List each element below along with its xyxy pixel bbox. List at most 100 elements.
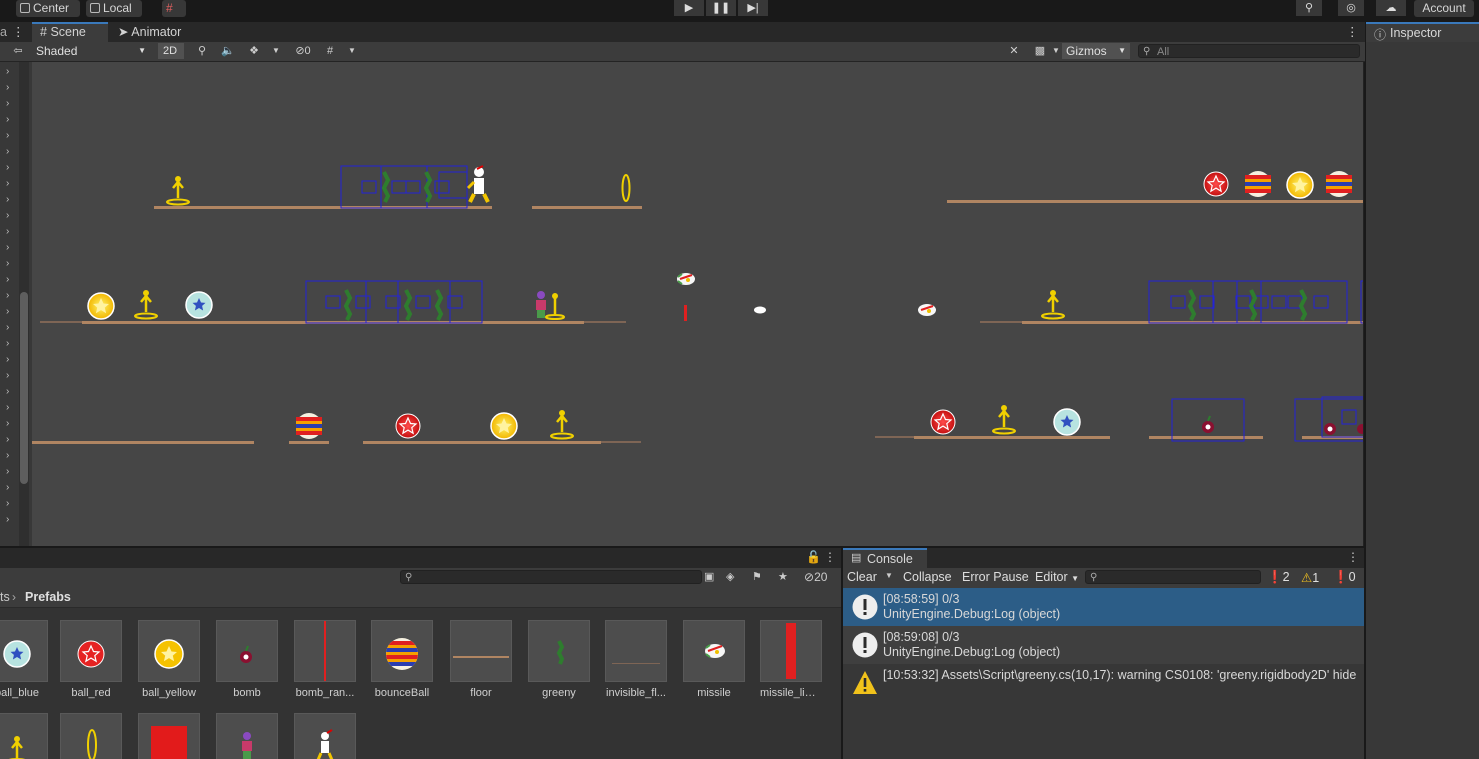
chevron-right-icon[interactable]: › — [6, 499, 14, 509]
asset-ball-blue[interactable]: ball_blue — [0, 620, 48, 699]
scene-viewport[interactable] — [32, 62, 1364, 546]
hierarchy-toggle-icon[interactable]: ⇦ — [8, 43, 28, 59]
cloud-icon[interactable]: ☁ — [1376, 0, 1406, 16]
collab-icon[interactable]: ◎ — [1338, 0, 1364, 16]
warning-count-toggle[interactable]: ⚠1 — [1301, 570, 1319, 585]
asset-ball-yellow[interactable]: ball_yellow — [138, 620, 200, 699]
chevron-right-icon[interactable]: › — [6, 99, 14, 109]
chevron-right-icon[interactable]: › — [6, 419, 14, 429]
kebab-menu-icon[interactable]: ⋮ — [12, 22, 25, 42]
chevron-right-icon[interactable]: › — [6, 211, 14, 221]
chevron-right-icon[interactable]: › — [6, 147, 14, 157]
chevron-right-icon[interactable]: › — [6, 387, 14, 397]
asset-ball-red[interactable]: ball_red — [60, 620, 122, 699]
hierarchy-scrollbar[interactable] — [19, 62, 29, 546]
label-filter-icon[interactable]: ⚑ — [752, 570, 762, 583]
asset-bounce-ball[interactable]: bounceBall — [371, 620, 433, 699]
chevron-right-icon[interactable]: › — [6, 275, 14, 285]
hidden-packages-toggle[interactable]: ⊘20 — [804, 570, 827, 584]
gizmos-dropdown[interactable]: Gizmos ▼ — [1062, 43, 1130, 59]
tab-inspector[interactable]: ⓘ Inspector — [1366, 22, 1479, 42]
play-button[interactable]: ▶ — [674, 0, 704, 16]
chevron-right-icon[interactable]: › — [6, 403, 14, 413]
chevron-right-icon[interactable]: › — [6, 307, 14, 317]
type-filter-icon[interactable]: ◈ — [726, 570, 734, 583]
kebab-menu-icon[interactable]: ⋮ — [824, 550, 836, 564]
tab-console[interactable]: ▤ Console — [843, 548, 927, 568]
chevron-right-icon[interactable]: › — [6, 67, 14, 77]
chevron-right-icon[interactable]: › — [6, 179, 14, 189]
search-icon[interactable]: ⚲ — [1296, 0, 1322, 16]
toggle-2d-button[interactable]: 2D — [158, 43, 184, 59]
tools-icon[interactable]: ✕ — [1004, 43, 1024, 59]
asset-greeny[interactable]: greeny — [528, 620, 590, 699]
scene-menu-icon[interactable]: ⋮ — [1346, 22, 1359, 42]
pause-button[interactable]: ❚❚ — [706, 0, 736, 16]
filter-icon[interactable]: ▣ — [704, 570, 714, 583]
chevron-right-icon[interactable]: › — [6, 83, 14, 93]
asset-invisible-floor[interactable]: invisible_fl... — [605, 620, 667, 699]
chevron-right-icon[interactable]: › — [6, 227, 14, 237]
chevron-right-icon[interactable]: › — [6, 195, 14, 205]
tab-animator[interactable]: ➤ Animator — [118, 22, 198, 42]
lock-icon[interactable]: 🔓 — [806, 550, 821, 564]
scrollbar-thumb[interactable] — [20, 292, 28, 484]
account-button[interactable]: Account — [1414, 0, 1474, 17]
tab-scene[interactable]: # Scene — [32, 22, 108, 42]
asset-missile[interactable]: missile — [683, 620, 745, 699]
asset-bomb[interactable]: bomb — [216, 620, 278, 699]
error-count-toggle[interactable]: ❗0 — [1333, 570, 1356, 585]
favorite-icon[interactable]: ★ — [778, 570, 788, 583]
grid-snap-button[interactable]: # — [162, 0, 186, 17]
kebab-menu-icon[interactable]: ⋮ — [1347, 550, 1359, 564]
error-pause-toggle[interactable]: Error Pause — [962, 570, 1029, 584]
chevron-right-icon[interactable]: › — [6, 243, 14, 253]
log-count-toggle[interactable]: ❗2 — [1267, 570, 1290, 585]
hidden-objects-toggle[interactable]: ⊘0 — [290, 43, 316, 59]
breadcrumb-parent[interactable]: ts — [0, 590, 10, 604]
pivot-local-button[interactable]: Local — [86, 0, 142, 17]
collapse-toggle[interactable]: Collapse — [903, 570, 952, 584]
log-entry[interactable]: [10:53:32] Assets\Script\greeny.cs(10,17… — [843, 664, 1364, 702]
asset-red-square[interactable] — [138, 713, 200, 759]
chevron-down-icon[interactable]: ▼ — [342, 43, 362, 59]
editor-dropdown[interactable]: Editor ▼ — [1035, 570, 1079, 584]
log-entry[interactable]: [08:58:59] 0/3 UnityEngine.Debug:Log (ob… — [843, 588, 1364, 626]
chevron-right-icon[interactable]: › — [6, 467, 14, 477]
step-button[interactable]: ▶| — [738, 0, 768, 16]
chevron-right-icon[interactable]: › — [6, 131, 14, 141]
asset-missile-limit[interactable]: missile_limi... — [760, 620, 822, 699]
clear-button[interactable]: Clear — [847, 570, 877, 584]
pivot-center-button[interactable]: Center — [16, 0, 80, 17]
chevron-right-icon[interactable]: › — [6, 291, 14, 301]
chevron-right-icon[interactable]: › — [6, 115, 14, 125]
chevron-right-icon[interactable]: › — [6, 355, 14, 365]
asset-floor[interactable]: floor — [450, 620, 512, 699]
asset-bomb-range[interactable]: bomb_ran... — [294, 620, 356, 699]
chevron-right-icon[interactable]: › — [6, 163, 14, 173]
project-search-input[interactable]: ⚲ — [400, 570, 702, 584]
chevron-right-icon[interactable]: › — [6, 483, 14, 493]
grid-icon[interactable]: # — [320, 43, 340, 59]
chevron-right-icon[interactable]: › — [6, 371, 14, 381]
effects-icon[interactable]: ❖ — [244, 43, 264, 59]
chevron-down-icon[interactable]: ▼ — [885, 571, 893, 580]
asset-portal-ring[interactable] — [60, 713, 122, 759]
asset-enemy-robot[interactable] — [216, 713, 278, 759]
audio-icon[interactable]: 🔈 — [218, 43, 238, 59]
chevron-right-icon[interactable]: › — [6, 323, 14, 333]
lock-icon[interactable]: a — [0, 22, 8, 42]
chevron-down-icon[interactable]: ▼ — [266, 43, 286, 59]
console-search-input[interactable]: ⚲ — [1085, 570, 1261, 584]
asset-goal-flag[interactable] — [0, 713, 48, 759]
chevron-right-icon[interactable]: › — [6, 339, 14, 349]
scene-search-input[interactable]: ⚲ All — [1138, 44, 1360, 58]
chevron-right-icon[interactable]: › — [6, 259, 14, 269]
log-entry[interactable]: [08:59:08] 0/3 UnityEngine.Debug:Log (ob… — [843, 626, 1364, 664]
asset-player[interactable] — [294, 713, 356, 759]
draw-mode-dropdown[interactable]: Shaded ▼ — [32, 43, 150, 59]
lighting-icon[interactable]: ⚲ — [192, 43, 212, 59]
chevron-right-icon[interactable]: › — [6, 515, 14, 525]
chevron-right-icon[interactable]: › — [6, 435, 14, 445]
chevron-right-icon[interactable]: › — [6, 451, 14, 461]
